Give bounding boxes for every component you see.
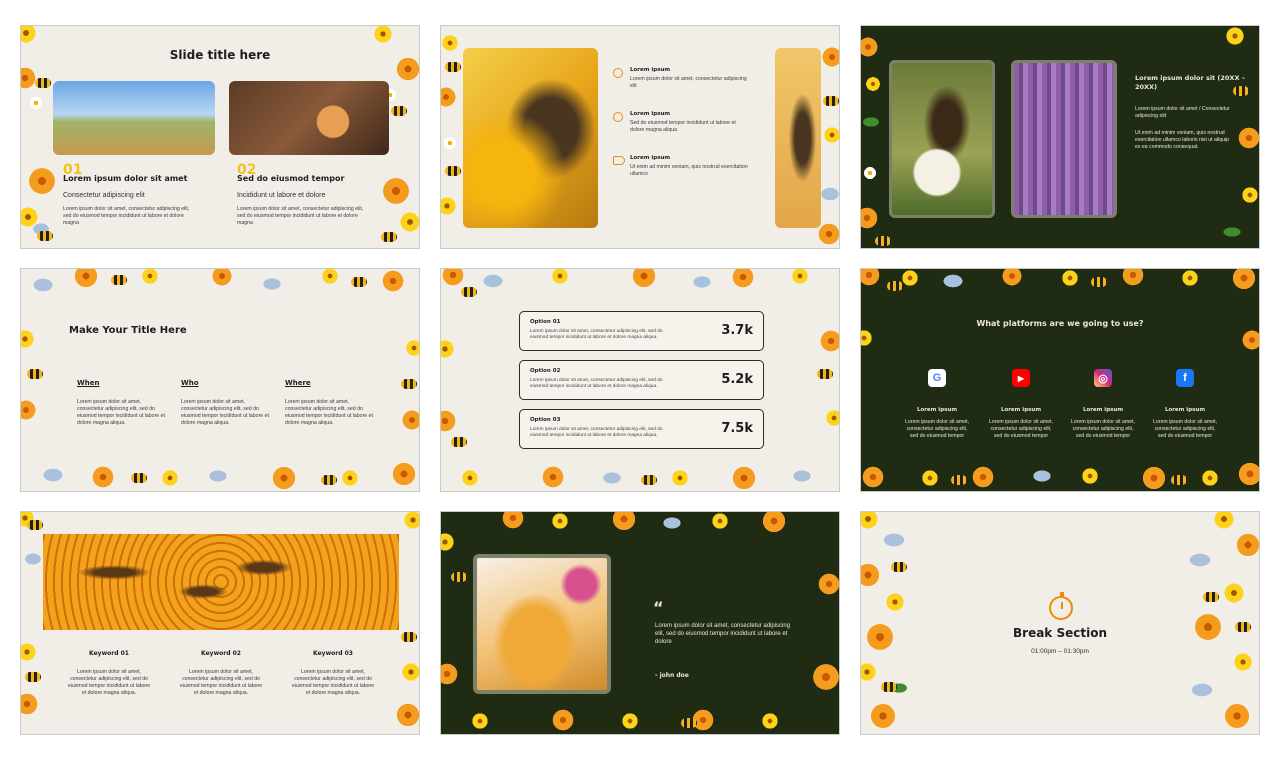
- section-title: Break Section: [1013, 626, 1107, 640]
- platform-heading: Lorem ipsum: [916, 407, 958, 413]
- col2-heading: Sed do eiusmod tempor: [237, 174, 345, 183]
- feature-body: Ut enim ad minim veniam, quis nostrud ex…: [630, 164, 748, 178]
- slide-title: What platforms are we going to use?: [976, 319, 1144, 328]
- slide-thumbnail-6[interactable]: What platforms are we going to use? G Lo…: [860, 268, 1260, 492]
- honeycomb-bee-photo: [775, 48, 821, 228]
- col1-body: Lorem ipsum dolor sit amet, consectetur …: [63, 206, 190, 227]
- honey-dipper-photo: [473, 554, 611, 694]
- keyword-heading: Keyword 02: [201, 650, 241, 657]
- column-who: Who Lorem ipsum dolor sit amet, consecte…: [181, 379, 271, 427]
- option-card-2: Option 02 Lorem ipsum dolor sit amet, co…: [519, 360, 764, 400]
- platform-heading: Lorem ipsum: [1000, 407, 1042, 413]
- option-card-1: Option 01 Lorem ipsum dolor sit amet, co…: [519, 311, 764, 351]
- keyword-3: Keyword 03 Lorem ipsum dolor sit amet, c…: [291, 650, 375, 697]
- slide-thumbnail-1[interactable]: Slide title here 01 02 Lorem ipsum dolor…: [20, 25, 420, 249]
- timeline-body: Ut enim ad minim veniam, quis nostrud ex…: [1135, 130, 1229, 151]
- keyword-body: Lorem ipsum dolor sit amet, consectetur …: [179, 669, 263, 697]
- bee-on-flower-photo: [889, 60, 995, 218]
- slide-thumbnail-3[interactable]: Lorem ipsum dolor sit (20XX – 20XX) Lore…: [860, 25, 1260, 249]
- option-label: Option 02: [530, 368, 561, 374]
- slide-thumbnail-9[interactable]: Break Section 01:00pm – 01:30pm: [860, 511, 1260, 735]
- column-when: When Lorem ipsum dolor sit amet, consect…: [77, 379, 167, 427]
- feature-body: Lorem ipsum dolor sit amet, consectetur …: [630, 76, 747, 90]
- floral-border-right: [1183, 512, 1259, 734]
- quote-text: Lorem ipsum dolor sit amet, consectetur …: [655, 623, 791, 646]
- platform-body: Lorem ipsum dolor sit amet, consectetur …: [1152, 419, 1217, 440]
- floral-border: [861, 269, 1259, 491]
- option-description: Lorem ipsum dolor sit amet, consectetur …: [530, 378, 663, 390]
- slide-thumbnail-5[interactable]: Option 01 Lorem ipsum dolor sit amet, co…: [440, 268, 840, 492]
- feature-body: Sed do eiusmod tempor incididunt ut labo…: [630, 120, 736, 134]
- facebook-icon: f: [1176, 369, 1194, 387]
- feature-heading: Lorem ipsum: [630, 111, 671, 117]
- slide-thumbnail-2[interactable]: Lorem ipsum Lorem ipsum dolor sit amet, …: [440, 25, 840, 249]
- beekeeper-photo: [53, 81, 215, 155]
- slide-thumbnail-8[interactable]: “ Lorem ipsum dolor sit amet, consectetu…: [440, 511, 840, 735]
- slide-thumbnail-4[interactable]: Make Your Title Here When Lorem ipsum do…: [20, 268, 420, 492]
- honey-jar-photo: [229, 81, 389, 155]
- col2-body: Lorem ipsum dolor sit amet, consectetur …: [237, 206, 364, 227]
- quote-mark: “: [653, 598, 664, 617]
- column-where: Where Lorem ipsum dolor sit amet, consec…: [285, 379, 375, 427]
- quote-author: - john doe: [655, 672, 689, 679]
- option-card-3: Option 03 Lorem ipsum dolor sit amet, co…: [519, 409, 764, 449]
- honeycomb-banner-photo: [43, 534, 399, 630]
- col1-subheading: Consectetur adipiscing elit: [63, 192, 145, 199]
- timeline-heading: Lorem ipsum dolor sit (20XX – 20XX): [1135, 74, 1245, 92]
- option-description: Lorem ipsum dolor sit amet, consectetur …: [530, 427, 663, 439]
- platform-body: Lorem ipsum dolor sit amet, consectetur …: [988, 419, 1053, 440]
- option-label: Option 03: [530, 417, 561, 423]
- col1-heading: Lorem ipsum dolor sit amet: [63, 174, 188, 183]
- bee-closeup-photo: [463, 48, 598, 228]
- platform-body: Lorem ipsum dolor sit amet, consectetur …: [904, 419, 969, 440]
- column-heading: Who: [181, 379, 199, 387]
- platform-heading: Lorem ipsum: [1082, 407, 1124, 413]
- feature-heading: Lorem ipsum: [630, 67, 671, 73]
- medal-icon: [613, 68, 623, 78]
- feature-heading: Lorem ipsum: [630, 155, 671, 161]
- keyword-1: Keyword 01 Lorem ipsum dolor sit amet, c…: [67, 650, 151, 697]
- google-icon: G: [928, 369, 946, 387]
- keyword-heading: Keyword 03: [313, 650, 353, 657]
- youtube-icon: ▶: [1012, 369, 1030, 387]
- option-value: 5.2k: [721, 372, 753, 387]
- col2-subheading: Incididunt ut labore et dolore: [237, 192, 326, 199]
- timeline-subtext: Lorem ipsum dolor sit amet / Consectetur…: [1135, 106, 1230, 120]
- option-description: Lorem ipsum dolor sit amet, consectetur …: [530, 329, 663, 341]
- column-heading: Where: [285, 379, 311, 387]
- keyword-body: Lorem ipsum dolor sit amet, consectetur …: [291, 669, 375, 697]
- platform-heading: Lorem ipsum: [1164, 407, 1206, 413]
- keyword-2: Keyword 02 Lorem ipsum dolor sit amet, c…: [179, 650, 263, 697]
- platform-body: Lorem ipsum dolor sit amet, consectetur …: [1070, 419, 1135, 440]
- option-label: Option 01: [530, 319, 561, 325]
- stopwatch-icon: [1049, 592, 1073, 620]
- option-value: 3.7k: [721, 323, 753, 338]
- slide-title: Make Your Title Here: [69, 325, 187, 336]
- column-body: Lorem ipsum dolor sit amet, consectetur …: [77, 399, 165, 427]
- option-value: 7.5k: [721, 421, 753, 436]
- instagram-icon: ◎: [1094, 369, 1112, 387]
- column-body: Lorem ipsum dolor sit amet, consectetur …: [181, 399, 269, 427]
- award-icon: [613, 112, 623, 122]
- keyword-body: Lorem ipsum dolor sit amet, consectetur …: [67, 669, 151, 697]
- megaphone-icon: [613, 156, 625, 165]
- slide-thumbnail-7[interactable]: Keyword 01 Lorem ipsum dolor sit amet, c…: [20, 511, 420, 735]
- keyword-heading: Keyword 01: [89, 650, 129, 657]
- column-body: Lorem ipsum dolor sit amet, consectetur …: [285, 399, 373, 427]
- floral-border-left: [861, 512, 917, 734]
- section-time: 01:00pm – 01:30pm: [1031, 648, 1089, 655]
- slide-title: Slide title here: [169, 48, 271, 62]
- lavender-photo: [1011, 60, 1117, 218]
- column-heading: When: [77, 379, 100, 387]
